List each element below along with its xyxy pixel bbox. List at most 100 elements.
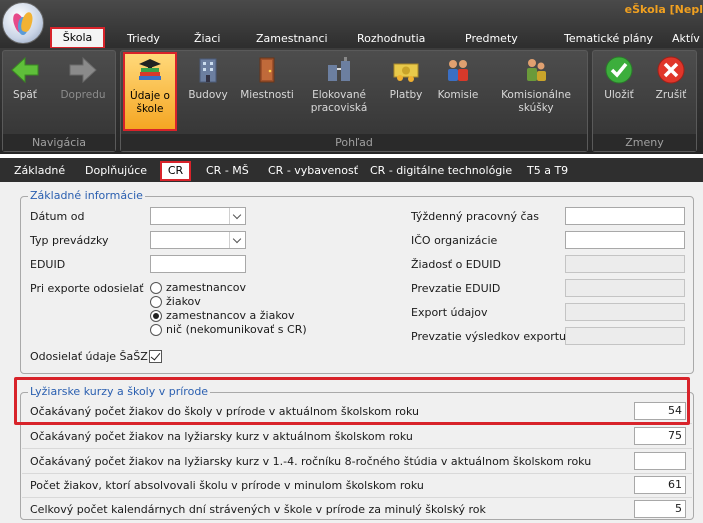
eduid-request-input — [565, 255, 685, 273]
ribbon-group-zmeny: Uložiť Zrušiť Zmeny — [592, 50, 697, 152]
export-results-input — [565, 327, 685, 345]
tab-cr[interactable]: CR — [160, 161, 191, 181]
forward-button[interactable]: Dopredu — [53, 53, 113, 129]
radio-nothing[interactable] — [150, 324, 162, 336]
operation-type-dropdown[interactable] — [150, 231, 246, 249]
ski-row-input-5[interactable]: 5 — [634, 500, 686, 518]
ribbon-group-pohlad: Údaje o škole Budovy Miestnosti Elokovan… — [120, 50, 588, 152]
group-label-zmeny: Zmeny — [593, 134, 696, 151]
data-export-label: Export údajov — [411, 306, 488, 319]
ski-row-input-2[interactable]: 75 — [634, 427, 686, 445]
cancel-button[interactable]: Zrušiť — [647, 53, 695, 129]
back-label: Späť — [13, 89, 37, 101]
school-data-button[interactable]: Údaje o škole — [123, 52, 177, 131]
save-button[interactable]: Uložiť — [595, 53, 643, 129]
ski-row-label-3: Očakávaný počet žiakov na lyžiarsky kurz… — [30, 455, 592, 468]
tab-t5-t9[interactable]: T5 a T9 — [527, 163, 568, 181]
radio-nothing-label: nič (nekomunikovať s CR) — [166, 323, 307, 336]
ski-row-label-5: Celkový počet kalendárnych dní strávenýc… — [30, 503, 486, 516]
export-send-label: Pri exporte odosielať — [30, 282, 144, 295]
tab-cr-vybavenost[interactable]: CR - vybavenosť — [268, 163, 358, 181]
detached-workplaces-button[interactable]: Elokované pracoviská — [305, 53, 373, 129]
books-graduation-icon — [139, 59, 161, 80]
chevron-down-icon — [229, 232, 245, 248]
buildings-network-icon — [328, 57, 350, 81]
buildings-button[interactable]: Budovy — [185, 53, 231, 129]
ski-row-divider — [22, 497, 692, 498]
arrow-left-icon — [11, 56, 39, 84]
group-label-pohlad: Pohľad — [121, 134, 587, 151]
eduid-receive-label: Prevzatie EDUID — [411, 282, 501, 295]
group-label-navigacia: Navigácia — [3, 134, 115, 151]
menu-zamestnanci[interactable]: Zamestnanci — [256, 30, 328, 48]
weekly-time-label: Týždenný pracovný čas — [411, 210, 540, 223]
menu-rozhodnutia[interactable]: Rozhodnutia — [357, 30, 425, 48]
back-button[interactable]: Späť — [5, 53, 45, 129]
basic-info-legend: Základné informácie — [28, 189, 145, 202]
arrow-right-icon — [69, 56, 97, 84]
operation-type-label: Typ prevádzky — [30, 234, 109, 247]
date-from-dropdown[interactable] — [150, 207, 246, 225]
app-logo-icon[interactable] — [2, 2, 44, 44]
rooms-button[interactable]: Miestnosti — [233, 53, 301, 129]
detached-label-1: Elokované — [312, 89, 366, 101]
commissions-label: Komisie — [437, 89, 479, 101]
send-sasz-checkbox[interactable] — [149, 350, 162, 363]
building-icon — [199, 58, 217, 83]
checkmark-icon — [605, 56, 633, 84]
send-sasz-label: Odosielať údaje ŠaŠZ — [30, 350, 148, 363]
menu-tematicke-plany[interactable]: Tematické plány — [564, 30, 653, 48]
menu-predmety[interactable]: Predmety — [465, 30, 518, 48]
tab-zakladne[interactable]: Základné — [14, 163, 65, 181]
data-export-input — [565, 303, 685, 321]
eduid-input[interactable] — [150, 255, 246, 273]
eduid-label: EDUID — [30, 258, 66, 271]
menu-triedy[interactable]: Triedy — [127, 30, 160, 48]
radio-employees-students[interactable] — [150, 310, 162, 322]
menu-ziaci[interactable]: Žiaci — [194, 30, 220, 48]
weekly-time-input[interactable] — [565, 207, 685, 225]
school-data-label-1: Údaje o — [130, 90, 170, 102]
ski-row-input-4[interactable]: 61 — [634, 476, 686, 494]
highlight-box — [14, 377, 690, 425]
commission-exams-label-1: Komisionálne — [501, 89, 571, 101]
menu-aktivity[interactable]: Aktív — [672, 30, 700, 48]
eduid-receive-input — [565, 279, 685, 297]
radio-employees-label: zamestnancov — [166, 281, 247, 294]
commissions-button[interactable]: Komisie — [433, 53, 483, 129]
cancel-label: Zrušiť — [655, 89, 687, 101]
money-icon — [393, 63, 419, 82]
tab-doplnujuce[interactable]: Doplňujúce — [85, 163, 147, 181]
ski-row-divider — [22, 448, 692, 449]
buildings-label: Budovy — [188, 89, 228, 101]
radio-employees[interactable] — [150, 282, 162, 294]
radio-students[interactable] — [150, 296, 162, 308]
menu-skola[interactable]: Škola — [50, 27, 105, 49]
chevron-down-icon — [229, 208, 245, 224]
ski-row-input-3[interactable] — [634, 452, 686, 470]
tab-cr-ms[interactable]: CR - MŠ — [206, 163, 249, 181]
radio-students-label: žiakov — [166, 295, 201, 308]
close-icon — [657, 56, 685, 84]
examiners-icon — [527, 59, 546, 81]
ico-input[interactable] — [565, 231, 685, 249]
radio-employees-students-label: zamestnancov a žiakov — [166, 309, 295, 322]
detached-label-2: pracoviská — [310, 102, 368, 114]
rooms-label: Miestnosti — [240, 89, 294, 101]
ski-row-label-4: Počet žiakov, ktorí absolvovali školu v … — [30, 479, 424, 492]
payments-label: Platby — [389, 89, 423, 101]
eduid-request-label: Žiadosť o EDUID — [411, 258, 501, 271]
ico-label: IČO organizácie — [411, 234, 498, 247]
date-from-label: Dátum od — [30, 210, 85, 223]
payments-button[interactable]: Platby — [383, 53, 429, 129]
forward-label: Dopredu — [60, 89, 106, 101]
school-data-label-2: škole — [136, 103, 164, 115]
door-icon — [259, 57, 275, 83]
commission-exams-button[interactable]: Komisionálne skúšky — [487, 53, 585, 129]
save-label: Uložiť — [604, 89, 634, 101]
export-results-label: Prevzatie výsledkov exportu — [411, 330, 567, 343]
ski-row-label-2: Očakávaný počet žiakov na lyžiarsky kurz… — [30, 430, 413, 443]
ski-row-divider — [22, 473, 692, 474]
tab-cr-digitalne[interactable]: CR - digitálne technológie — [370, 163, 512, 181]
commission-exams-label-2: skúšky — [518, 102, 554, 114]
